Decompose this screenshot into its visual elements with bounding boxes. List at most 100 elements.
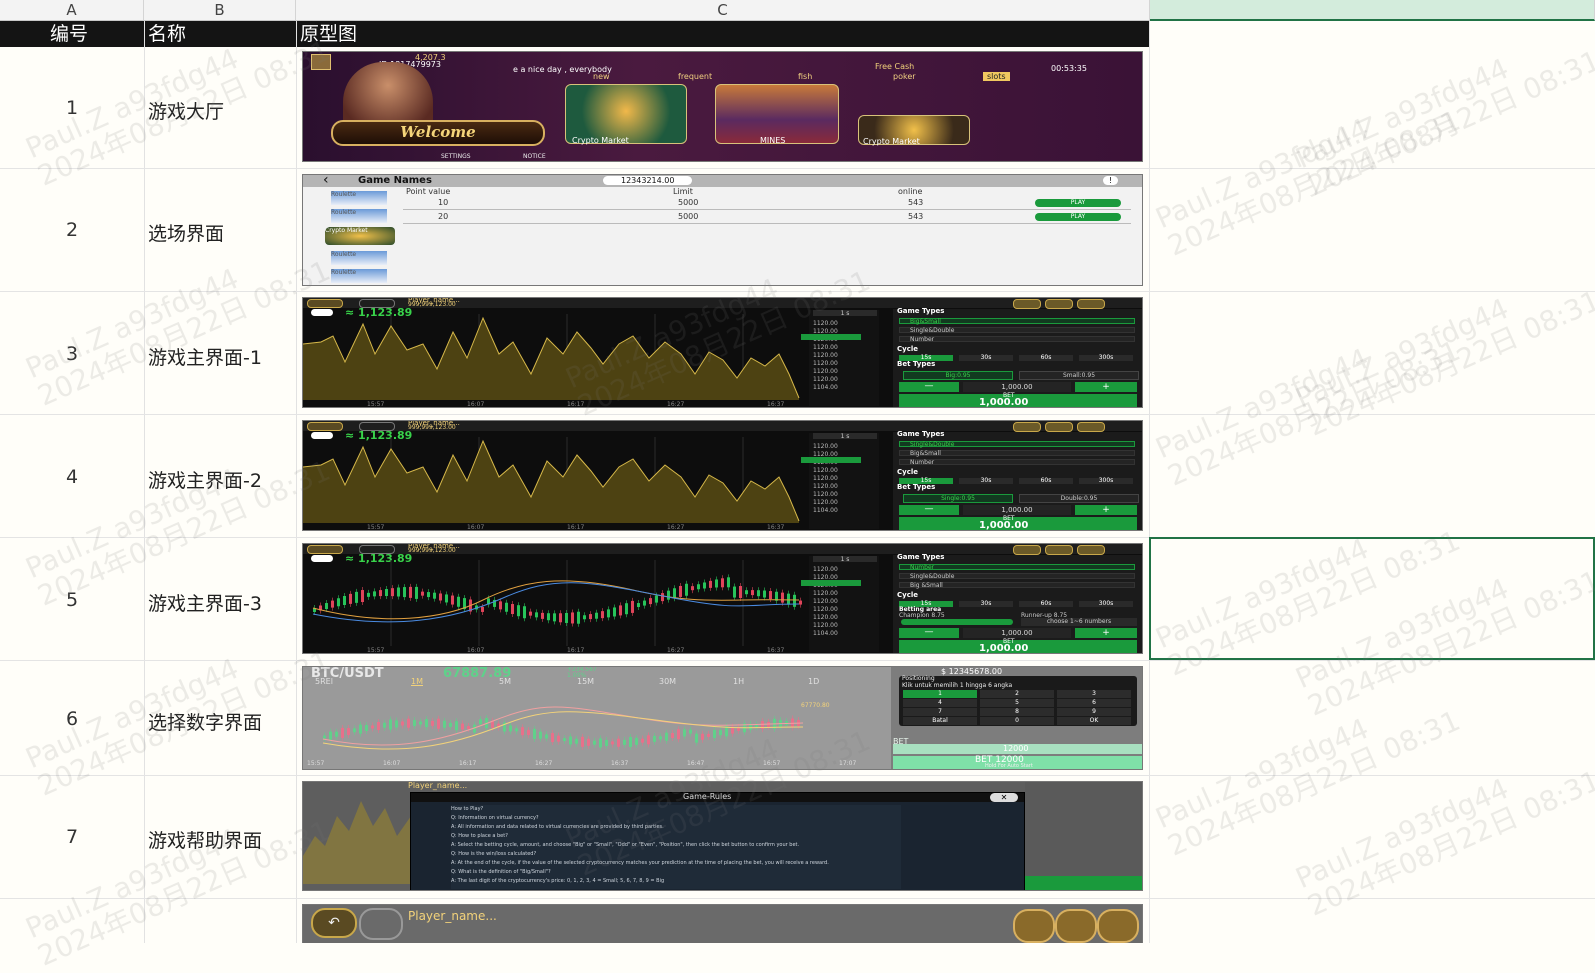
side-game-item-selected[interactable]: Crypto Market [325,227,395,245]
side-game-item[interactable]: Roulette [331,269,387,283]
game-type-option[interactable]: Single&Double [899,327,1135,334]
help-icon[interactable] [1013,299,1041,309]
game-type-option[interactable]: Big&Small [899,450,1135,457]
exit-icon[interactable] [1077,545,1105,555]
numpad-key[interactable]: 0 [980,717,1054,725]
back-icon[interactable]: ↶ [311,908,357,938]
back-button[interactable] [307,299,343,308]
help-bet-button[interactable] [1025,876,1142,890]
minus-button[interactable]: — [899,505,959,515]
exit-icon[interactable] [1077,422,1105,432]
bet-amount[interactable]: 1,000.00 [963,628,1071,638]
numpad-key[interactable]: 6 [1057,699,1131,707]
minus-button[interactable]: — [899,628,959,638]
time-label: 15:57 [367,524,385,531]
numpad-key[interactable]: 9 [1057,708,1131,716]
plus-button[interactable]: + [1075,628,1137,638]
cycle-option[interactable]: 60s [1019,601,1073,607]
bet-type-option[interactable]: Small:0.95 [1019,371,1139,380]
interval-select[interactable]: 1 s [813,310,877,317]
game-type-option[interactable]: Number [899,336,1135,343]
back-icon[interactable]: ‹ [323,175,329,188]
notice-button[interactable]: NOTICE [523,153,546,160]
watermark-line: Paul.Z a93fdg44 [20,651,244,776]
game-type-option[interactable]: Single&Double [899,441,1135,448]
exit-icon[interactable] [1097,909,1139,943]
game-type-option[interactable]: Big &Small [899,582,1135,589]
play-button[interactable]: PLAY [1035,213,1121,221]
game-card-mines[interactable]: MINES [715,84,839,145]
candlestick-chart [322,706,804,751]
interval-select[interactable]: 1 s [813,433,877,440]
numpad-key[interactable]: OK [1057,717,1131,725]
info-icon[interactable]: ! [1103,176,1119,185]
game-type-option[interactable]: Single&Double [899,573,1135,580]
numpad-key[interactable]: 7 [903,708,977,716]
cycle-option[interactable]: 300s [1079,355,1133,361]
game-type-option[interactable]: Number [899,564,1135,571]
numpad-key[interactable]: 1 [903,690,977,698]
interval-select[interactable]: 1 s [813,556,877,563]
tab-poker[interactable]: poker [893,72,916,81]
settings-button[interactable]: SETTINGS [441,153,471,160]
cycle-option[interactable]: 60s [1019,478,1073,484]
bet-type-option[interactable]: Double:0.95 [1019,494,1139,503]
bet-type-option[interactable]: Big:0.95 [903,371,1013,380]
time-label: 15:57 [367,401,385,408]
column-header-d[interactable] [1150,0,1595,21]
number-chips[interactable] [901,619,1013,625]
numpad-key[interactable]: 3 [1057,690,1131,698]
cycle-option[interactable]: 300s [1079,478,1133,484]
numpad-key[interactable]: 5 [980,699,1054,707]
cycle-option[interactable]: 60s [1019,355,1073,361]
game-card-crypto-market[interactable]: Crypto Market [565,84,687,145]
cycle-option[interactable]: 30s [959,355,1013,361]
help-bg-chart [303,801,411,884]
plus-button[interactable]: + [1075,505,1137,515]
side-game-item[interactable]: Roulette [331,191,387,205]
exit-icon[interactable] [1077,299,1105,309]
numpad-key[interactable]: Batal [903,717,977,725]
tab-new[interactable]: new [593,72,610,81]
player-name: Player_name... [408,909,497,923]
axis-price: 1120.00 [813,491,838,498]
side-game-item[interactable]: Roulette [331,209,387,223]
numpad-key[interactable]: 4 [903,699,977,707]
help-icon[interactable] [1013,909,1055,943]
bet-amount[interactable]: 1,000.00 [963,382,1071,392]
gear-icon[interactable] [1055,909,1097,943]
gear-icon[interactable] [1045,422,1073,432]
numpad-key[interactable]: 2 [980,690,1054,698]
rules-line: A: The last digit of the cryptocurrency'… [451,878,665,884]
cycle-option[interactable]: 30s [959,601,1013,607]
cycle-option[interactable]: 30s [959,478,1013,484]
game-card-crypto-market-2[interactable]: Crypto Market [858,115,970,146]
game-type-option[interactable]: Big&Small [899,318,1135,325]
cycle-option[interactable]: 300s [1079,601,1133,607]
back-button[interactable] [307,545,343,554]
play-button[interactable]: PLAY [1035,199,1121,207]
tab-frequent[interactable]: frequent [678,72,712,81]
help-icon[interactable] [1013,422,1041,432]
bet-amount[interactable]: 1,000.00 [963,505,1071,515]
column-header-b[interactable]: B [144,0,296,21]
column-header-a[interactable]: A [0,0,144,21]
bet-type-option[interactable]: Single:0.95 [903,494,1013,503]
amount-field[interactable]: 12000 [893,744,1142,754]
gear-icon[interactable] [1045,299,1073,309]
close-icon[interactable]: ✕ [990,793,1018,802]
choose-numbers[interactable]: choose 1~6 numbers [1021,618,1137,626]
selected-cell[interactable] [1149,537,1595,660]
tab-fish[interactable]: fish [798,72,812,81]
tab-slots[interactable]: slots [983,72,1010,81]
column-header-c[interactable]: C [296,0,1150,21]
back-button[interactable] [307,422,343,431]
plus-button[interactable]: + [1075,382,1137,392]
side-game-item[interactable]: Roulette [331,251,387,265]
minus-button[interactable]: — [899,382,959,392]
gear-icon[interactable] [1045,545,1073,555]
game-type-option[interactable]: Number [899,459,1135,466]
bet-button[interactable]: BET 12000 Hold For Auto Start [893,755,1142,769]
help-icon[interactable] [1013,545,1041,555]
numpad-key[interactable]: 8 [980,708,1054,716]
